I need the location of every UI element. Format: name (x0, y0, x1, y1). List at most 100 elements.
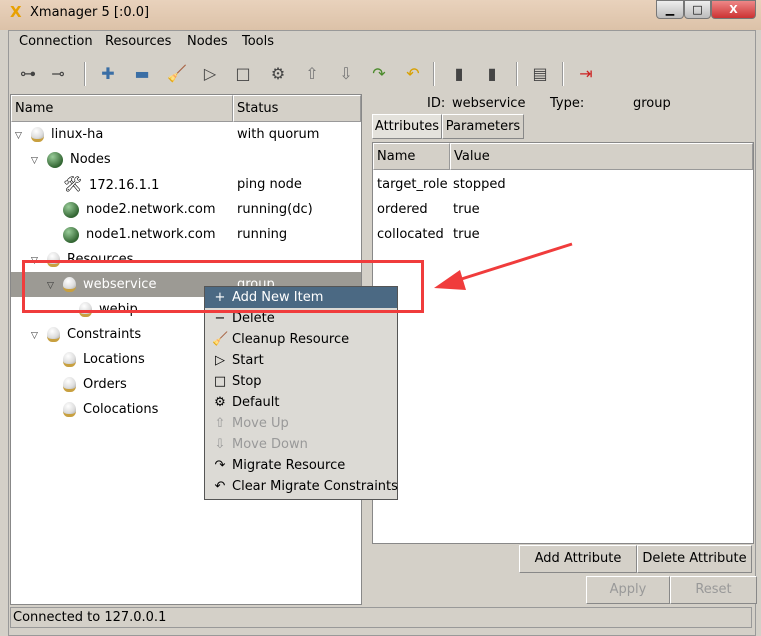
menu-item-clear-migrate-constraints[interactable]: ↶ Clear Migrate Constraints (205, 476, 398, 497)
menu-item-label: Delete (232, 311, 275, 326)
tree-node-status: with quorum (237, 127, 320, 142)
tools-icon: 🛠 (63, 175, 83, 193)
migrate-resource-icon: ↷ (214, 458, 226, 473)
log-icon[interactable]: ▤ (528, 62, 552, 86)
menu-item-label: Cleanup Resource (232, 332, 350, 347)
expand-triangle-icon[interactable]: ▽ (31, 324, 47, 349)
attribute-row[interactable]: target_role stopped (373, 172, 753, 197)
add-attribute-button[interactable]: Add Attribute (519, 545, 637, 573)
tree-node-label: node2.network.com (86, 202, 216, 217)
details-panel: ID: webservice Type: group Attributes Pa… (369, 94, 757, 605)
menu-item-label: Start (232, 353, 264, 368)
connect-icon[interactable]: ⊶ (16, 62, 40, 86)
attribute-value: stopped (453, 177, 506, 192)
tree-row[interactable]: node1.network.com running (11, 222, 361, 247)
attribute-value: true (453, 202, 480, 217)
expand-triangle-icon[interactable]: ▽ (31, 149, 47, 174)
tree-node-status: running (237, 227, 288, 242)
close-button[interactable]: X (711, 0, 756, 19)
menu-item-migrate-resource[interactable]: ↷ Migrate Resource (205, 455, 397, 476)
cleanup-resource-icon: 🧹 (212, 332, 229, 347)
resource-bulb-icon (63, 352, 76, 367)
active-icon[interactable]: ▮ (480, 62, 504, 86)
resource-bulb-icon (31, 127, 44, 142)
tree-node: Colocations (47, 397, 158, 422)
menu-item-move-up[interactable]: ⇧ Move Up (205, 413, 397, 434)
menu-item-label: Stop (232, 374, 262, 389)
menu-nodes[interactable]: Nodes (187, 34, 228, 49)
tree-node-label: Colocations (83, 402, 159, 417)
menu-item-move-down[interactable]: ⇩ Move Down (205, 434, 397, 455)
column-header-status[interactable]: Status (233, 95, 361, 122)
menu-item-label: Default (232, 395, 280, 410)
tree-node: node1.network.com (47, 222, 216, 247)
add-icon[interactable]: ✚ (96, 62, 120, 86)
tree-node-label: Nodes (70, 152, 111, 167)
standby-icon[interactable]: ▮ (447, 62, 471, 86)
tree-row[interactable]: node2.network.com running(dc) (11, 197, 361, 222)
maximize-button[interactable]: □ (684, 0, 711, 19)
exit-icon[interactable]: ⇥ (574, 62, 598, 86)
menu-item-label: Move Up (232, 416, 289, 431)
move-down-icon: ⇩ (214, 437, 226, 452)
default-icon: ⚙ (214, 395, 226, 410)
menu-tools[interactable]: Tools (242, 34, 274, 49)
reset-button[interactable]: Reset (670, 576, 757, 604)
menu-resources[interactable]: Resources (105, 34, 171, 49)
menu-item-cleanup-resource[interactable]: 🧹 Cleanup Resource (205, 329, 397, 350)
tree-row[interactable]: 🛠 172.16.1.1 ping node (11, 172, 361, 197)
menu-item-default[interactable]: ⚙ Default (205, 392, 397, 413)
menu-item-stop[interactable]: □ Stop (205, 371, 397, 392)
attribute-row[interactable]: ordered true (373, 197, 753, 222)
annotation-arrow (434, 242, 573, 290)
minimize-button[interactable]: ▁ (656, 0, 684, 19)
tree-node-status: running(dc) (237, 202, 313, 217)
menu-item-start[interactable]: ▷ Start (205, 350, 397, 371)
default-icon[interactable]: ⚙ (266, 62, 290, 86)
node-status-icon (63, 226, 79, 243)
column-header-name[interactable]: Name (373, 143, 450, 170)
tab-parameters[interactable]: Parameters (442, 114, 524, 139)
annotation-highlight-box (22, 260, 424, 313)
tree-node: ▽ Constraints (31, 322, 141, 349)
tree-node: ▽ linux-ha (15, 122, 103, 149)
title-bar: X Xmanager 5 [:0.0] ▁ □ X (0, 0, 761, 30)
menu-connection[interactable]: Connection (19, 34, 93, 49)
tab-attributes[interactable]: Attributes (372, 114, 442, 139)
tree-node-label: Locations (83, 352, 145, 367)
attributes-table: Name Value target_role stopped ordered true… (372, 142, 754, 544)
clear-migrate-constraints-icon: ↶ (214, 479, 226, 494)
apply-button[interactable]: Apply (586, 576, 670, 604)
resource-bulb-icon (47, 327, 60, 342)
node-status-icon (47, 151, 63, 168)
migrate-icon[interactable]: ↷ (367, 62, 391, 86)
stop-icon[interactable]: □ (231, 62, 255, 86)
column-header-name[interactable]: Name (11, 95, 233, 122)
remove-icon[interactable]: ▬ (130, 62, 154, 86)
disconnect-icon[interactable]: ⊸ (46, 62, 70, 86)
tree-row[interactable]: ▽ Nodes (11, 147, 361, 172)
tree-node-status: ping node (237, 177, 302, 192)
tree-row[interactable]: ▽ linux-ha with quorum (11, 122, 361, 147)
toolbar-separator (84, 62, 86, 86)
delete-attribute-button[interactable]: Delete Attribute (637, 545, 752, 573)
move-up-icon[interactable]: ⇧ (300, 62, 324, 86)
id-label: ID: (427, 96, 446, 111)
expand-triangle-icon[interactable]: ▽ (15, 124, 31, 149)
cleanup-icon[interactable]: 🧹 (165, 62, 189, 86)
tree-node: node2.network.com (47, 197, 216, 222)
column-header-value[interactable]: Value (450, 143, 753, 170)
id-value: webservice (452, 96, 526, 111)
start-icon[interactable]: ▷ (198, 62, 222, 86)
resource-bulb-icon (63, 402, 76, 417)
move-down-icon[interactable]: ⇩ (334, 62, 358, 86)
tree-node-label: Orders (83, 377, 127, 392)
tree-node: Locations (47, 347, 145, 372)
tree-node: ▽ Nodes (31, 147, 111, 174)
attribute-name: ordered (377, 202, 428, 217)
xmanager-logo-icon: X (10, 3, 22, 21)
status-bar: Connected to 127.0.0.1 (10, 607, 752, 628)
clear-migrate-icon[interactable]: ↶ (401, 62, 425, 86)
tree-node: Orders (47, 372, 127, 397)
stop-icon: □ (213, 374, 227, 389)
